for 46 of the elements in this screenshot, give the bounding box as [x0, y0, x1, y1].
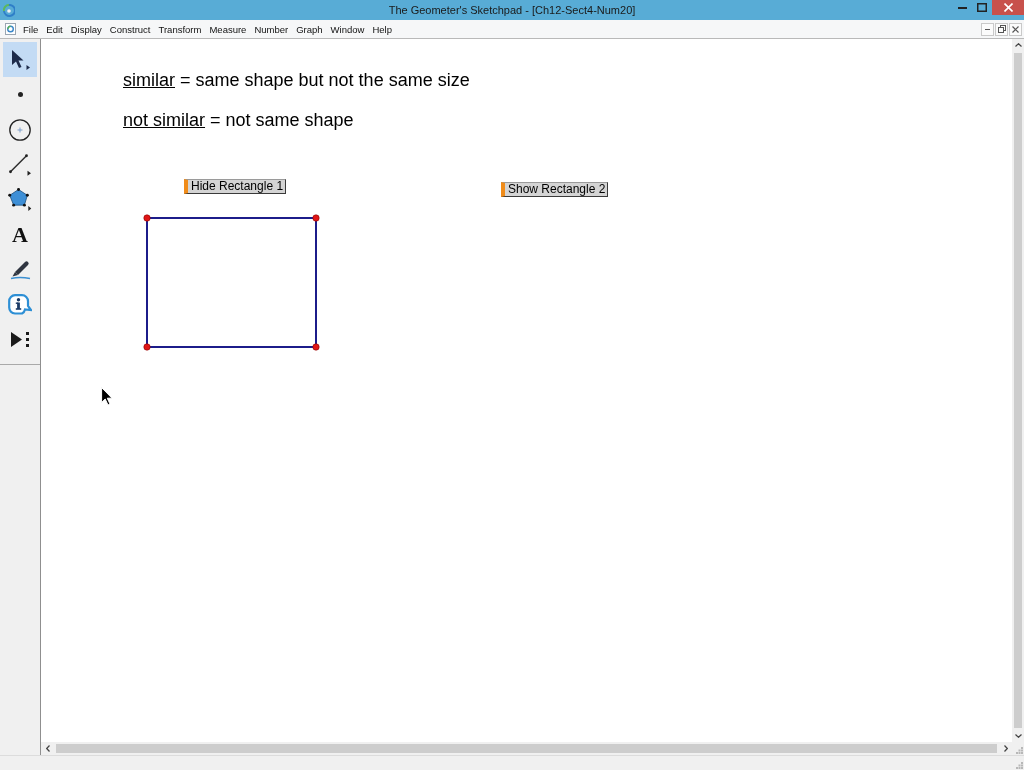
resize-grip-icon	[1016, 762, 1023, 769]
menu-item[interactable]: File	[19, 20, 43, 38]
chevron-down-icon	[1014, 734, 1022, 738]
close-button[interactable]	[992, 0, 1024, 15]
menu-item[interactable]: Help	[368, 20, 396, 38]
scrollbar-thumb[interactable]	[1014, 53, 1022, 728]
menu-item[interactable]: Measure	[205, 20, 251, 38]
action-button[interactable]: Show Rectangle 2	[501, 182, 609, 197]
chevron-left-icon	[45, 745, 50, 752]
chevron-up-icon	[1014, 43, 1022, 47]
play-dots-icon	[10, 331, 30, 348]
restore-icon	[997, 25, 1006, 33]
pentagon-icon	[8, 188, 32, 211]
restore-button[interactable]	[995, 22, 1008, 36]
menu-item[interactable]: Display	[66, 20, 106, 38]
menu-item[interactable]: Window	[326, 20, 369, 38]
tool-button[interactable]: A	[3, 217, 37, 252]
info-icon	[8, 294, 32, 315]
close-icon	[1012, 25, 1019, 33]
menu-item[interactable]: Graph	[292, 20, 327, 38]
chevron-right-icon	[1003, 745, 1008, 752]
resize-grip-icon	[1016, 747, 1023, 754]
maximize-icon	[977, 3, 987, 12]
scrollbar-thumb[interactable]	[56, 744, 997, 753]
arrow-icon	[10, 49, 30, 70]
menu-item[interactable]: Edit	[42, 20, 67, 38]
app-icon	[3, 3, 15, 17]
menu-item[interactable]: Transform	[154, 20, 206, 38]
mouse-pointer-icon	[101, 387, 113, 406]
minimize-icon	[985, 28, 990, 30]
point-icon	[17, 92, 23, 97]
minimize-button[interactable]	[981, 22, 994, 36]
close-icon	[1003, 3, 1013, 12]
tool-button[interactable]	[3, 42, 37, 77]
document-icon	[5, 23, 16, 35]
circle-icon	[9, 118, 31, 141]
window-title: The Geometer's Sketchpad - [Ch12-Sect4-Num20]	[388, 4, 636, 16]
minimize-icon	[957, 6, 967, 9]
line-segment-icon	[9, 153, 31, 176]
menu-item[interactable]: Construct	[105, 20, 155, 38]
close-button[interactable]	[1009, 22, 1022, 36]
definition-text: similar = same shape but not the same size	[123, 70, 470, 91]
definition-text: not similar = not same shape	[123, 110, 354, 131]
pen-icon	[9, 259, 31, 280]
action-button[interactable]: Hide Rectangle 1	[184, 179, 287, 194]
menu-item[interactable]: Number	[250, 20, 293, 38]
